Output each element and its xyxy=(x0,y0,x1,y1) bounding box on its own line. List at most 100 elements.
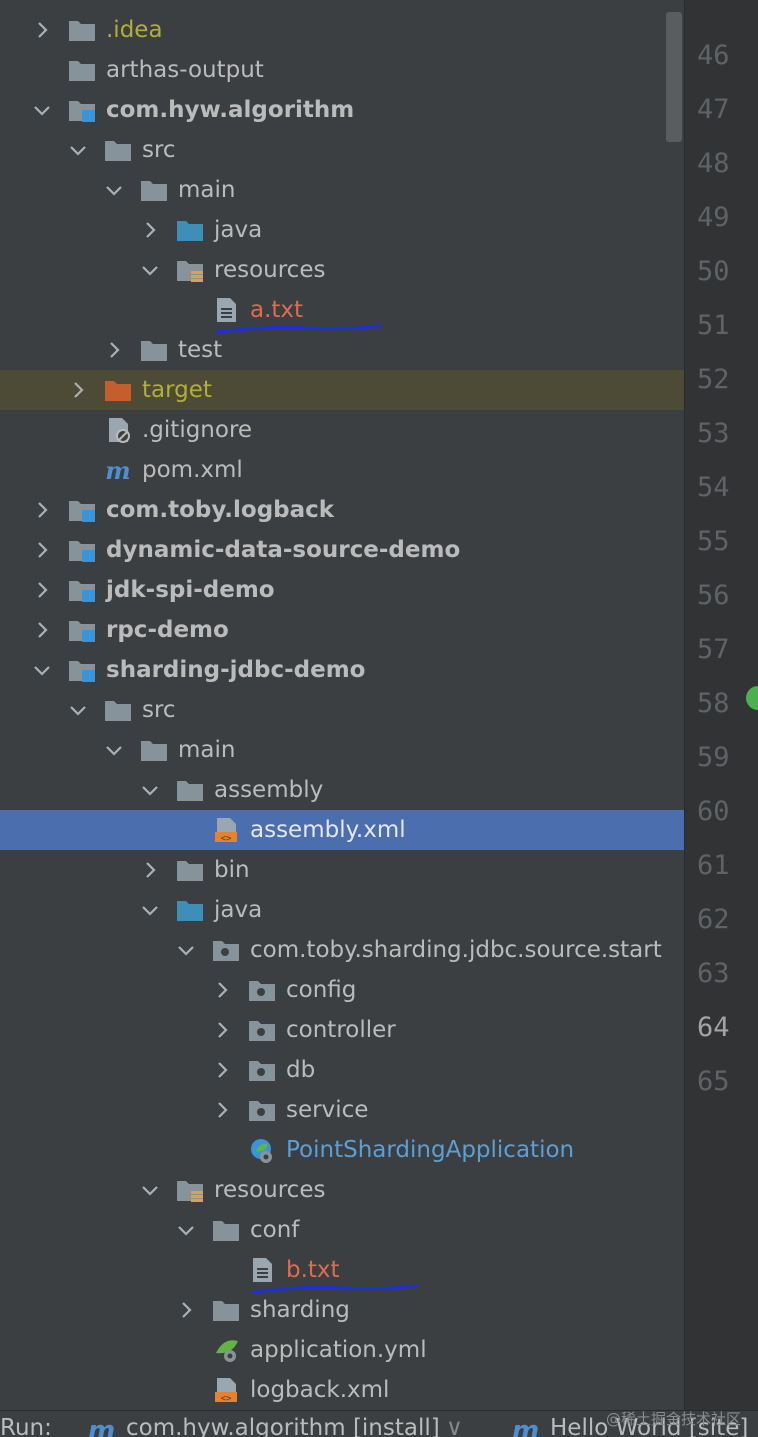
tree-item[interactable]: src xyxy=(0,130,684,170)
chevron-down-icon[interactable]: ∨ xyxy=(446,1415,463,1437)
line-number: 62 xyxy=(697,904,730,935)
chevron-down-icon[interactable] xyxy=(102,738,126,762)
module-icon xyxy=(68,577,96,603)
tree-item[interactable]: conf xyxy=(0,1210,684,1250)
chevron-right-icon[interactable] xyxy=(174,1298,198,1322)
chevron-down-icon[interactable] xyxy=(138,778,162,802)
module-icon xyxy=(68,617,96,643)
tree-item-label: bin xyxy=(214,857,250,883)
folder-icon xyxy=(140,737,168,763)
tree-item[interactable]: <> logback.xml xyxy=(0,1370,684,1410)
tree-item[interactable]: test xyxy=(0,330,684,370)
run-tab-algorithm-install[interactable]: com.hyw.algorithm [install] xyxy=(126,1415,440,1437)
tree-item[interactable]: db xyxy=(0,1050,684,1090)
package-icon xyxy=(248,977,276,1003)
tree-scrollbar[interactable] xyxy=(666,12,682,142)
tree-item-label: src xyxy=(142,697,176,723)
tree-item[interactable]: com.toby.sharding.jdbc.source.start xyxy=(0,930,684,970)
tree-item[interactable]: .gitignore xyxy=(0,410,684,450)
tree-item[interactable]: dynamic-data-source-demo xyxy=(0,530,684,570)
line-number: 58 xyxy=(697,688,730,719)
tree-item[interactable]: java xyxy=(0,890,684,930)
maven-file-icon: m xyxy=(104,457,132,483)
chevron-right-icon[interactable] xyxy=(138,218,162,242)
resources-folder-icon xyxy=(176,1177,204,1203)
tree-item-label: com.toby.sharding.jdbc.source.start xyxy=(250,937,662,963)
tree-item-label: rpc-demo xyxy=(106,617,229,643)
chevron-down-icon[interactable] xyxy=(30,98,54,122)
chevron-right-icon[interactable] xyxy=(210,1098,234,1122)
chevron-down-icon[interactable] xyxy=(138,258,162,282)
module-icon xyxy=(68,537,96,563)
chevron-down-icon[interactable] xyxy=(66,698,90,722)
tree-item[interactable]: main xyxy=(0,170,684,210)
chevron-right-icon[interactable] xyxy=(30,538,54,562)
chevron-down-icon[interactable] xyxy=(138,898,162,922)
folder-icon xyxy=(176,857,204,883)
tree-item-label: .gitignore xyxy=(142,417,253,443)
chevron-down-icon[interactable] xyxy=(174,938,198,962)
folder-icon xyxy=(140,177,168,203)
tree-item[interactable]: java xyxy=(0,210,684,250)
tree-item[interactable]: bin xyxy=(0,850,684,890)
tree-item[interactable]: sharding-jdbc-demo xyxy=(0,650,684,690)
folder-icon xyxy=(212,1217,240,1243)
tree-item[interactable]: rpc-demo xyxy=(0,610,684,650)
chevron-down-icon[interactable] xyxy=(102,178,126,202)
tree-item[interactable]: sharding xyxy=(0,1290,684,1330)
tree-item-label: resources xyxy=(214,1177,326,1203)
package-icon xyxy=(248,1017,276,1043)
ignore-file-icon xyxy=(104,417,132,443)
tree-item[interactable]: config xyxy=(0,970,684,1010)
tree-item[interactable]: b.txt xyxy=(0,1250,684,1294)
chevron-right-icon[interactable] xyxy=(210,1018,234,1042)
tree-item[interactable]: service xyxy=(0,1090,684,1130)
tree-item[interactable]: src xyxy=(0,690,684,730)
tree-item[interactable]: jdk-spi-demo xyxy=(0,570,684,610)
chevron-down-icon[interactable] xyxy=(138,1178,162,1202)
tree-item-label: test xyxy=(178,337,223,363)
tree-item[interactable]: com.toby.logback xyxy=(0,490,684,530)
tree-item[interactable]: a.txt xyxy=(0,290,684,334)
tree-item[interactable]: target xyxy=(0,370,684,410)
tree-item-label: main xyxy=(178,177,236,203)
chevron-down-icon[interactable] xyxy=(66,138,90,162)
svg-text:<>: <> xyxy=(221,1394,232,1403)
line-number: 49 xyxy=(697,202,730,233)
chevron-right-icon[interactable] xyxy=(30,498,54,522)
chevron-down-icon[interactable] xyxy=(174,1218,198,1242)
chevron-right-icon[interactable] xyxy=(210,1058,234,1082)
chevron-right-icon[interactable] xyxy=(30,578,54,602)
tree-item[interactable]: resources xyxy=(0,250,684,290)
chevron-right-icon[interactable] xyxy=(210,978,234,1002)
line-number: 60 xyxy=(697,796,730,827)
tree-item[interactable]: main xyxy=(0,730,684,770)
tree-item[interactable]: .idea xyxy=(0,10,684,50)
source-folder-icon xyxy=(176,217,204,243)
tree-item[interactable]: com.hyw.algorithm xyxy=(0,90,684,130)
line-number: 56 xyxy=(697,580,730,611)
run-label: Run: xyxy=(0,1415,52,1437)
chevron-down-icon[interactable] xyxy=(30,658,54,682)
chevron-right-icon[interactable] xyxy=(138,858,162,882)
chevron-right-icon[interactable] xyxy=(30,618,54,642)
tree-item-label: main xyxy=(178,737,236,763)
excluded-folder-icon xyxy=(104,377,132,403)
tree-item[interactable]: resources xyxy=(0,1170,684,1210)
chevron-right-icon[interactable] xyxy=(102,338,126,362)
tree-item-label: controller xyxy=(286,1017,396,1043)
folder-icon xyxy=(140,337,168,363)
tree-item[interactable]: PointShardingApplication xyxy=(0,1130,684,1170)
tree-item[interactable]: assembly xyxy=(0,770,684,810)
maven-icon: m xyxy=(88,1416,116,1437)
line-number: 47 xyxy=(697,94,730,125)
chevron-right-icon[interactable] xyxy=(30,18,54,42)
project-tree[interactable]: .idea arthas-output com.hyw.algorithm src ma… xyxy=(0,10,684,1410)
tree-item[interactable]: application.yml xyxy=(0,1330,684,1370)
chevron-right-icon[interactable] xyxy=(66,378,90,402)
tree-item[interactable]: m pom.xml xyxy=(0,450,684,490)
tree-item[interactable]: arthas-output xyxy=(0,50,684,90)
tree-item[interactable]: <> assembly.xml xyxy=(0,810,684,850)
tree-item[interactable]: controller xyxy=(0,1010,684,1050)
folder-icon xyxy=(68,17,96,43)
